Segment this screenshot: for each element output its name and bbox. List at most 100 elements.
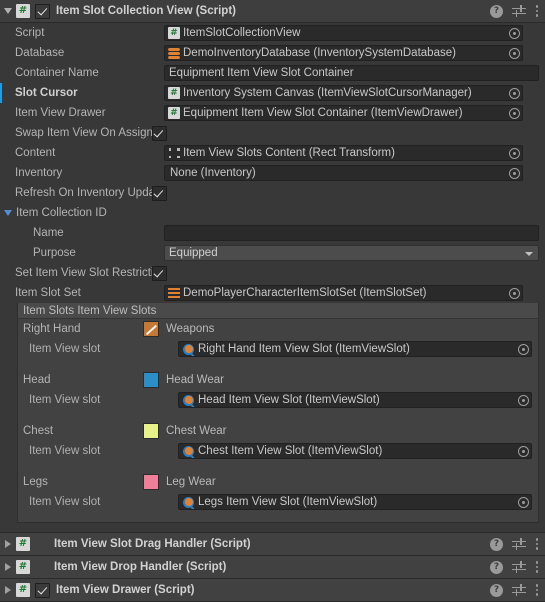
prefab-override-marker bbox=[0, 83, 2, 103]
object-field-item-view-slot[interactable]: Head Item View Slot (ItemViewSlot) bbox=[178, 392, 532, 408]
row-inventory: Inventory None (Inventory) bbox=[0, 163, 545, 183]
more-menu-icon[interactable] bbox=[535, 560, 539, 574]
preset-icon[interactable] bbox=[512, 561, 526, 574]
object-picker-button[interactable] bbox=[507, 286, 522, 300]
scriptable-object-icon bbox=[168, 47, 180, 59]
field-label-refresh-on-inventory-update: Refresh On Inventory Upda bbox=[15, 187, 152, 199]
item-category-label: Leg Wear bbox=[166, 476, 216, 488]
object-field-script[interactable]: # ItemSlotCollectionView bbox=[164, 25, 523, 41]
object-picker-button[interactable] bbox=[507, 46, 522, 60]
header-icon-group: ? bbox=[490, 0, 539, 22]
item-view-slot-icon bbox=[183, 445, 194, 457]
component-header-item-slot-collection-view[interactable]: # Item Slot Collection View (Script) ? bbox=[0, 0, 545, 23]
component-body: Script # ItemSlotCollectionView Database… bbox=[0, 23, 545, 532]
checkbox-swap-item-view-on-assign[interactable] bbox=[152, 125, 167, 141]
item-view-slot-icon bbox=[183, 394, 194, 406]
foldout-toggle-item-slot-collection-view[interactable] bbox=[0, 0, 16, 22]
field-label-database: Database bbox=[15, 47, 65, 59]
item-category-icon-chest-wear bbox=[143, 423, 159, 439]
field-label-swap-item-view-on-assign: Swap Item View On Assign bbox=[15, 127, 152, 139]
help-icon[interactable]: ? bbox=[490, 4, 503, 18]
row-container-name: Container Name Equipment Item View Slot … bbox=[0, 63, 545, 83]
item-slot-field-row: Item View slot Legs Item View Slot (Item… bbox=[18, 492, 538, 512]
row-content: Content Item View Slots Content (Rect Tr… bbox=[0, 143, 545, 163]
object-picker-button[interactable] bbox=[516, 444, 531, 458]
component-header-item-view-drop-handler[interactable]: # Item View Drop Handler (Script) ? bbox=[0, 556, 545, 579]
object-picker-button[interactable] bbox=[507, 146, 522, 160]
more-menu-icon[interactable] bbox=[535, 583, 539, 597]
preset-icon[interactable] bbox=[512, 538, 526, 551]
csharp-script-icon: # bbox=[16, 583, 30, 597]
field-label-item-view-slot: Item View slot bbox=[29, 394, 101, 406]
object-field-slot-cursor[interactable]: # Inventory System Canvas (ItemViewSlotC… bbox=[164, 85, 523, 101]
component-enabled-checkbox[interactable] bbox=[35, 3, 50, 19]
more-menu-icon[interactable] bbox=[535, 4, 539, 18]
object-picker-button[interactable] bbox=[516, 342, 531, 356]
help-icon[interactable]: ? bbox=[490, 583, 503, 597]
chevron-right-icon bbox=[5, 586, 11, 594]
row-item-view-drawer: Item View Drawer # Equipment Item View S… bbox=[0, 103, 545, 123]
object-field-item-view-slot[interactable]: Chest Item View Slot (ItemViewSlot) bbox=[178, 443, 532, 459]
field-label-item-slot-set: Item Slot Set bbox=[15, 287, 81, 299]
text-input-name[interactable] bbox=[164, 225, 539, 241]
object-field-content[interactable]: Item View Slots Content (Rect Transform) bbox=[164, 145, 523, 161]
component-header-item-view-slot-drag-handler[interactable]: # Item View Slot Drag Handler (Script) ? bbox=[0, 533, 545, 556]
help-icon[interactable]: ? bbox=[490, 560, 503, 574]
checkbox-refresh-on-inventory-update[interactable] bbox=[152, 185, 167, 201]
item-category-icon-leg-wear bbox=[143, 474, 159, 490]
header-icon-group: ? bbox=[490, 533, 539, 555]
csharp-script-icon: # bbox=[168, 87, 180, 99]
item-slot-name: Head bbox=[23, 374, 51, 386]
field-label-item-view-slot: Item View slot bbox=[29, 343, 101, 355]
object-field-item-view-drawer[interactable]: # Equipment Item View Slot Container (It… bbox=[164, 105, 523, 121]
object-picker-button[interactable] bbox=[507, 86, 522, 100]
component-header-item-view-drawer[interactable]: # Item View Drawer (Script) ? bbox=[0, 579, 545, 602]
object-picker-button[interactable] bbox=[516, 393, 531, 407]
object-field-database[interactable]: DemoInventoryDatabase (InventorySystemDa… bbox=[164, 45, 523, 61]
item-slot-name-row: Right Hand Weapons bbox=[18, 319, 538, 339]
text-input-container-name[interactable]: Equipment Item View Slot Container bbox=[164, 65, 539, 81]
field-label-container-name: Container Name bbox=[15, 67, 99, 79]
row-name: Name bbox=[0, 223, 545, 243]
csharp-script-icon: # bbox=[16, 4, 30, 18]
item-slots-list: Item Slots Item View Slots Right Hand We… bbox=[17, 303, 539, 523]
component-enabled-checkbox[interactable] bbox=[35, 582, 50, 598]
object-field-item-view-slot[interactable]: Right Hand Item View Slot (ItemViewSlot) bbox=[178, 341, 532, 357]
object-field-item-view-slot[interactable]: Legs Item View Slot (ItemViewSlot) bbox=[178, 494, 532, 510]
row-swap-item-view-on-assign: Swap Item View On Assign bbox=[0, 123, 545, 143]
dropdown-purpose[interactable]: Equipped bbox=[164, 245, 539, 261]
row-purpose: Purpose Equipped bbox=[0, 243, 545, 263]
item-category-label: Chest Wear bbox=[166, 425, 227, 437]
foldout-label-item-collection-id: Item Collection ID bbox=[16, 207, 107, 219]
object-picker-button[interactable] bbox=[516, 495, 531, 509]
object-field-inventory[interactable]: None (Inventory) bbox=[164, 165, 523, 181]
item-category-label: Head Wear bbox=[166, 374, 224, 386]
chevron-down-icon bbox=[4, 8, 12, 14]
object-picker-button[interactable] bbox=[507, 106, 522, 120]
item-slot-set-icon bbox=[168, 287, 180, 299]
row-slot-cursor: Slot Cursor # Inventory System Canvas (I… bbox=[0, 83, 545, 103]
item-slots-list-header: Item Slots Item View Slots bbox=[18, 303, 538, 319]
csharp-script-icon: # bbox=[16, 537, 30, 551]
checkbox-set-item-view-slot-restriction[interactable] bbox=[152, 265, 167, 281]
help-icon[interactable]: ? bbox=[490, 537, 503, 551]
field-label-content: Content bbox=[15, 147, 56, 159]
foldout-toggle-item-view-drawer[interactable] bbox=[0, 579, 16, 601]
item-slot-name-row: Head Head Wear bbox=[18, 370, 538, 390]
object-field-item-slot-set[interactable]: DemoPlayerCharacterItemSlotSet (ItemSlot… bbox=[164, 285, 523, 301]
object-picker-button[interactable] bbox=[507, 26, 522, 40]
field-label-item-view-slot: Item View slot bbox=[29, 496, 101, 508]
rect-transform-icon bbox=[168, 147, 180, 159]
preset-icon[interactable] bbox=[512, 5, 526, 18]
field-label-item-view-slot: Item View slot bbox=[29, 445, 101, 457]
item-slot-name-row: Chest Chest Wear bbox=[18, 421, 538, 441]
field-label-inventory: Inventory bbox=[15, 167, 63, 179]
foldout-toggle-item-view-slot-drag-handler[interactable] bbox=[0, 533, 16, 555]
field-label-set-item-view-slot-restriction: Set Item View Slot Restricti bbox=[15, 267, 152, 279]
foldout-toggle-item-view-drop-handler[interactable] bbox=[0, 556, 16, 578]
row-database: Database DemoInventoryDatabase (Inventor… bbox=[0, 43, 545, 63]
object-picker-button[interactable] bbox=[507, 166, 522, 180]
more-menu-icon[interactable] bbox=[535, 537, 539, 551]
foldout-item-collection-id[interactable]: Item Collection ID bbox=[0, 203, 545, 223]
preset-icon[interactable] bbox=[512, 584, 526, 597]
